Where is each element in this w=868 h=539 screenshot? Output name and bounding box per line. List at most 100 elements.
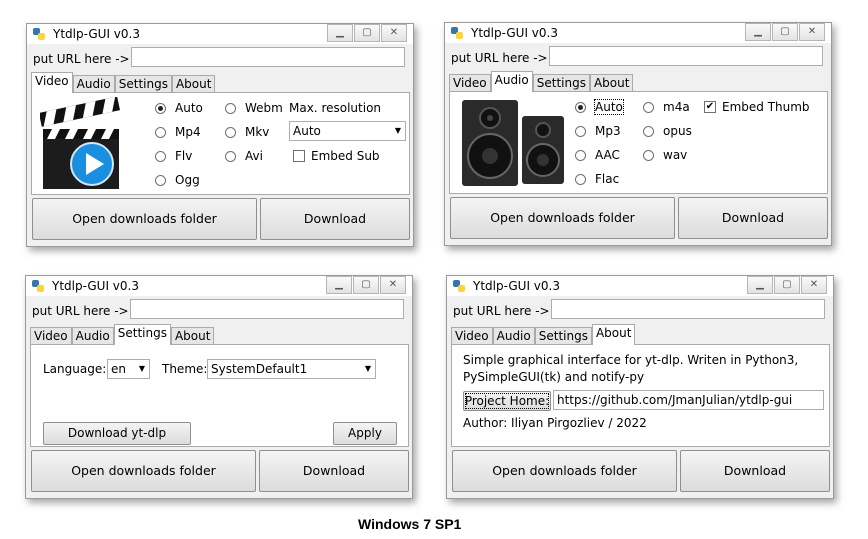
dropdown-arrow-icon: ▼	[394, 126, 401, 135]
settings-panel: Language: en ▼ Theme: SystemDefault1 ▼ Dow…	[30, 344, 409, 447]
about-panel: Simple graphical interface for yt-dlp. W…	[451, 344, 830, 447]
radio-audio-wav[interactable]: wav	[643, 148, 687, 162]
download-button[interactable]: Download	[680, 450, 830, 492]
radio-video-auto[interactable]: Auto	[155, 101, 203, 115]
radio-audio-opus[interactable]: opus	[643, 124, 692, 138]
close-button[interactable]: ✕	[380, 276, 406, 294]
url-input[interactable]	[131, 47, 405, 67]
python-icon	[451, 27, 463, 39]
dropdown-arrow-icon: ▼	[138, 364, 145, 373]
checkmark-icon: ✔	[704, 101, 716, 113]
maximize-button[interactable]: ▢	[772, 23, 798, 41]
tab-audio[interactable]: Audio	[72, 75, 115, 93]
python-icon	[33, 28, 45, 40]
radio-indicator	[643, 149, 654, 161]
python-icon	[32, 280, 44, 292]
title-bar[interactable]: Ytdlp-GUI v0.3 ▁ ▢ ✕	[445, 23, 831, 43]
embed-thumb-checkbox[interactable]: ✔ Embed Thumb	[704, 100, 810, 114]
max-resolution-select[interactable]: Auto ▼	[289, 121, 406, 141]
window-settings: Ytdlp-GUI v0.3 ▁ ▢ ✕ put URL here -> Vid…	[25, 275, 413, 499]
radio-audio-aac[interactable]: AAC	[575, 148, 620, 162]
speakers-icon	[462, 100, 564, 186]
radio-label: Mp4	[175, 125, 201, 139]
maximize-button[interactable]: ▢	[774, 276, 800, 294]
tab-settings[interactable]: Settings	[534, 327, 592, 345]
max-resolution-label: Max. resolution	[289, 101, 382, 115]
radio-video-mp4[interactable]: Mp4	[155, 125, 201, 139]
minimize-button[interactable]: ▁	[326, 276, 352, 294]
url-label: put URL here ->	[453, 304, 550, 318]
url-label: put URL here ->	[33, 52, 130, 66]
dropdown-arrow-icon: ▼	[364, 364, 371, 373]
radio-label: Webm	[245, 101, 283, 115]
open-downloads-folder-button[interactable]: Open downloads folder	[31, 450, 256, 492]
about-description-line-1: Simple graphical interface for yt-dlp. W…	[463, 353, 799, 367]
os-caption: Windows 7 SP1	[358, 516, 462, 532]
window-title: Ytdlp-GUI v0.3	[473, 279, 560, 293]
tab-video[interactable]: Video	[31, 72, 73, 93]
close-button[interactable]: ✕	[799, 23, 825, 41]
project-url-field[interactable]: https://github.com/JmanJulian/ytdlp-gui	[553, 390, 824, 410]
radio-indicator	[643, 101, 654, 113]
radio-video-webm[interactable]: Webm	[225, 101, 283, 115]
radio-audio-m4a[interactable]: m4a	[643, 100, 690, 114]
radio-indicator	[155, 174, 166, 186]
download-ytdlp-button[interactable]: Download yt-dlp	[43, 422, 191, 445]
window-video: Ytdlp-GUI v0.3 ▁ ▢ ✕ put URL here -> Vid…	[26, 23, 414, 247]
tab-about[interactable]: About	[171, 75, 216, 93]
open-downloads-folder-button[interactable]: Open downloads folder	[450, 197, 675, 239]
url-input[interactable]	[130, 299, 404, 319]
url-input[interactable]	[551, 299, 825, 319]
radio-video-avi[interactable]: Avi	[225, 149, 263, 163]
tab-audio[interactable]: Audio	[71, 327, 114, 345]
language-select[interactable]: en ▼	[107, 359, 150, 379]
tab-settings[interactable]: Settings	[113, 324, 171, 345]
python-icon	[453, 280, 465, 292]
radio-label: AAC	[595, 148, 620, 162]
radio-audio-flac[interactable]: Flac	[575, 172, 619, 186]
tab-video[interactable]: Video	[449, 74, 491, 92]
tab-about[interactable]: About	[589, 74, 634, 92]
tab-settings[interactable]: Settings	[114, 75, 172, 93]
maximize-button[interactable]: ▢	[354, 24, 380, 42]
title-bar[interactable]: Ytdlp-GUI v0.3 ▁ ▢ ✕	[26, 276, 412, 296]
tab-video[interactable]: Video	[451, 327, 493, 345]
tab-about[interactable]: About	[591, 324, 636, 345]
open-downloads-folder-button[interactable]: Open downloads folder	[32, 198, 257, 240]
tab-bar: Video Audio Settings About	[449, 71, 634, 92]
radio-label: m4a	[663, 100, 690, 114]
embed-sub-checkbox[interactable]: Embed Sub	[293, 149, 380, 163]
title-bar[interactable]: Ytdlp-GUI v0.3 ▁ ▢ ✕	[27, 24, 413, 44]
tab-audio[interactable]: Audio	[490, 71, 533, 92]
download-button[interactable]: Download	[260, 198, 410, 240]
minimize-button[interactable]: ▁	[747, 276, 773, 294]
maximize-button[interactable]: ▢	[353, 276, 379, 294]
window-title: Ytdlp-GUI v0.3	[52, 279, 139, 293]
download-button[interactable]: Download	[678, 197, 828, 239]
minimize-button[interactable]: ▁	[327, 24, 353, 42]
checkbox-label: Embed Thumb	[722, 100, 810, 114]
close-button[interactable]: ✕	[381, 24, 407, 42]
apply-button[interactable]: Apply	[333, 422, 397, 445]
tab-about[interactable]: About	[170, 327, 215, 345]
tab-video[interactable]: Video	[30, 327, 72, 345]
theme-label: Theme:	[162, 362, 208, 376]
tab-settings[interactable]: Settings	[532, 74, 590, 92]
minimize-button[interactable]: ▁	[745, 23, 771, 41]
radio-video-ogg[interactable]: Ogg	[155, 173, 200, 187]
radio-audio-mp3[interactable]: Mp3	[575, 124, 621, 138]
download-button[interactable]: Download	[259, 450, 409, 492]
radio-video-mkv[interactable]: Mkv	[225, 125, 269, 139]
window-audio: Ytdlp-GUI v0.3 ▁ ▢ ✕ put URL here -> Vid…	[444, 22, 832, 246]
theme-select[interactable]: SystemDefault1 ▼	[207, 359, 376, 379]
radio-audio-auto[interactable]: Auto	[575, 99, 624, 115]
radio-video-flv[interactable]: Flv	[155, 149, 192, 163]
select-value: en	[111, 362, 126, 376]
url-input[interactable]	[549, 46, 823, 66]
title-bar[interactable]: Ytdlp-GUI v0.3 ▁ ▢ ✕	[447, 276, 833, 296]
close-button[interactable]: ✕	[801, 276, 827, 294]
tab-audio[interactable]: Audio	[492, 327, 535, 345]
radio-indicator	[155, 102, 166, 114]
project-home-button[interactable]: Project Home:	[463, 391, 551, 411]
open-downloads-folder-button[interactable]: Open downloads folder	[452, 450, 677, 492]
